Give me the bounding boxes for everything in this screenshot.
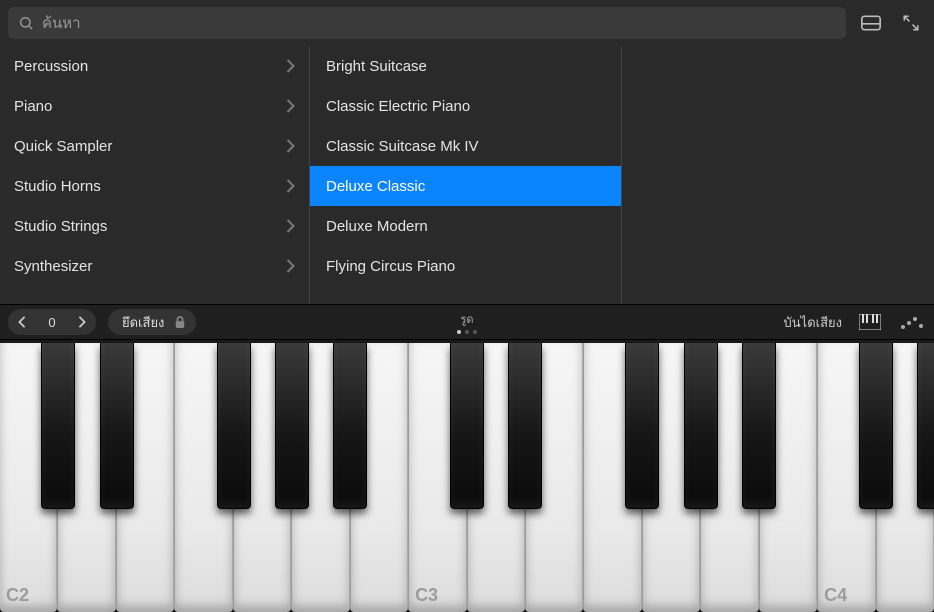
preset-label: Flying Circus Piano (326, 258, 455, 275)
search-field-wrap[interactable] (8, 7, 846, 39)
expand-icon (902, 14, 920, 32)
keyboard-mode-button[interactable] (856, 309, 884, 335)
top-bar (0, 0, 934, 46)
preset-item[interactable]: Bright Suitcase (310, 46, 621, 86)
black-key[interactable] (742, 343, 776, 509)
preset-label: Deluxe Classic (326, 178, 425, 195)
category-item[interactable]: Studio Horns (0, 166, 309, 206)
preset-label: Deluxe Modern (326, 218, 428, 235)
black-key[interactable] (450, 343, 484, 509)
black-key[interactable] (859, 343, 893, 509)
fullscreen-button[interactable] (896, 8, 926, 38)
chevron-right-icon (286, 99, 295, 113)
key-label: C3 (415, 585, 438, 606)
octave-up-button[interactable] (68, 309, 96, 335)
black-key[interactable] (41, 343, 75, 509)
preset-label: Bright Suitcase (326, 58, 427, 75)
black-key[interactable] (917, 343, 934, 509)
black-key[interactable] (508, 343, 542, 509)
category-item[interactable]: Percussion (0, 46, 309, 86)
page-dots (457, 330, 477, 334)
octave-stepper[interactable]: 0 (8, 309, 96, 335)
category-label: Percussion (14, 58, 88, 75)
category-label: Studio Strings (14, 218, 107, 235)
chevron-right-icon (286, 179, 295, 193)
preset-detail-empty (622, 46, 934, 304)
sustain-toggle[interactable]: ยึดเสียง (108, 309, 196, 335)
preset-item-selected[interactable]: Deluxe Classic (310, 166, 621, 206)
black-key[interactable] (684, 343, 718, 509)
category-label: Synthesizer (14, 258, 92, 275)
lock-icon (174, 315, 186, 329)
sustain-label: ยึดเสียง (122, 312, 164, 333)
category-list: Percussion Piano Quick Sampler Studio Ho… (0, 46, 310, 304)
scale-button[interactable]: บันไดเสียง (784, 312, 842, 333)
arpeggio-icon (900, 314, 924, 330)
preset-label: Classic Suitcase Mk IV (326, 138, 479, 155)
black-key[interactable] (333, 343, 367, 509)
category-item[interactable]: Synthesizer (0, 246, 309, 286)
piano-keyboard[interactable]: C2 C3 C4 (0, 340, 934, 612)
black-key[interactable] (625, 343, 659, 509)
preset-label: Classic Electric Piano (326, 98, 470, 115)
panel-icon (861, 15, 881, 31)
category-label: Piano (14, 98, 52, 115)
glissando-mode[interactable]: รูด (457, 310, 477, 334)
black-key[interactable] (217, 343, 251, 509)
chevron-right-icon (286, 59, 295, 73)
search-icon (18, 15, 34, 31)
black-key[interactable] (275, 343, 309, 509)
keyboard-control-strip: 0 ยึดเสียง รูด บันไดเสียง (0, 304, 934, 340)
sound-browser: Percussion Piano Quick Sampler Studio Ho… (0, 46, 934, 304)
preset-item[interactable]: Flying Circus Piano (310, 246, 621, 286)
search-input[interactable] (42, 15, 836, 32)
chevron-right-icon (286, 139, 295, 153)
category-item[interactable]: Quick Sampler (0, 126, 309, 166)
black-key[interactable] (100, 343, 134, 509)
key-label: C4 (824, 585, 847, 606)
category-label: Studio Horns (14, 178, 101, 195)
octave-value: 0 (36, 315, 68, 330)
chevron-right-icon (286, 259, 295, 273)
chevron-right-icon (78, 316, 86, 328)
category-item[interactable]: Piano (0, 86, 309, 126)
glissando-label: รูด (460, 310, 473, 328)
chevron-left-icon (18, 316, 26, 328)
category-item[interactable]: Studio Strings (0, 206, 309, 246)
preset-item[interactable]: Deluxe Modern (310, 206, 621, 246)
octave-down-button[interactable] (8, 309, 36, 335)
preset-item[interactable]: Classic Electric Piano (310, 86, 621, 126)
category-label: Quick Sampler (14, 138, 112, 155)
preset-list: Bright Suitcase Classic Electric Piano C… (310, 46, 622, 304)
view-toggle-button[interactable] (856, 8, 886, 38)
chevron-right-icon (286, 219, 295, 233)
preset-item[interactable]: Classic Suitcase Mk IV (310, 126, 621, 166)
key-label: C2 (6, 585, 29, 606)
arpeggiator-mode-button[interactable] (898, 309, 926, 335)
keyboard-icon (859, 314, 881, 330)
